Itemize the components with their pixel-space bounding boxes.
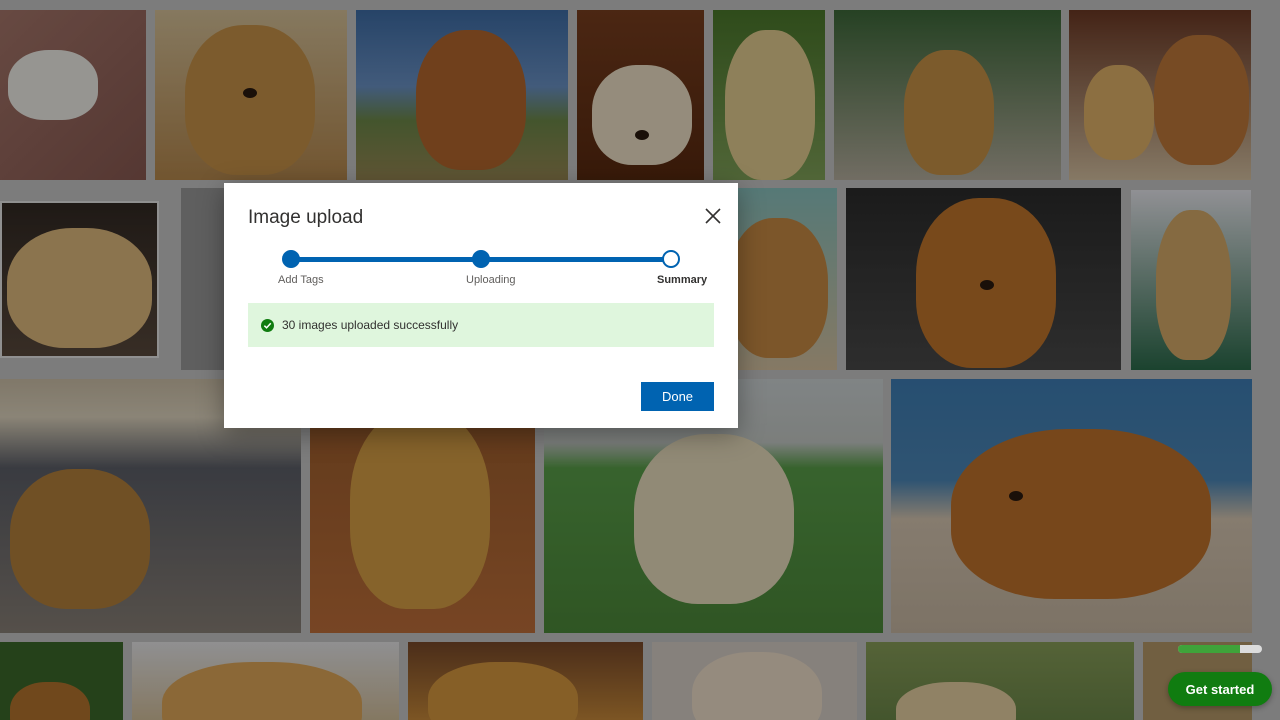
step-dot-add-tags (282, 250, 300, 268)
step-dot-uploading (472, 250, 490, 268)
step-label-uploading: Uploading (466, 274, 516, 286)
step-dot-summary (662, 250, 680, 268)
success-message-text: 30 images uploaded successfully (282, 318, 459, 332)
get-started-button[interactable]: Get started (1168, 672, 1272, 706)
success-message-bar: 30 images uploaded successfully (248, 303, 714, 347)
image-upload-dialog: Image upload Add Tags Uploading Summary … (224, 183, 738, 428)
step-label-add-tags: Add Tags (278, 274, 324, 286)
checkmark-circle-icon (261, 318, 274, 332)
step-label-summary: Summary (657, 274, 708, 286)
onboarding-progress-bar (1178, 645, 1262, 653)
onboarding-progress-fill (1178, 645, 1241, 653)
upload-stepper: Add Tags Uploading Summary (224, 183, 738, 293)
done-button[interactable]: Done (641, 382, 714, 411)
